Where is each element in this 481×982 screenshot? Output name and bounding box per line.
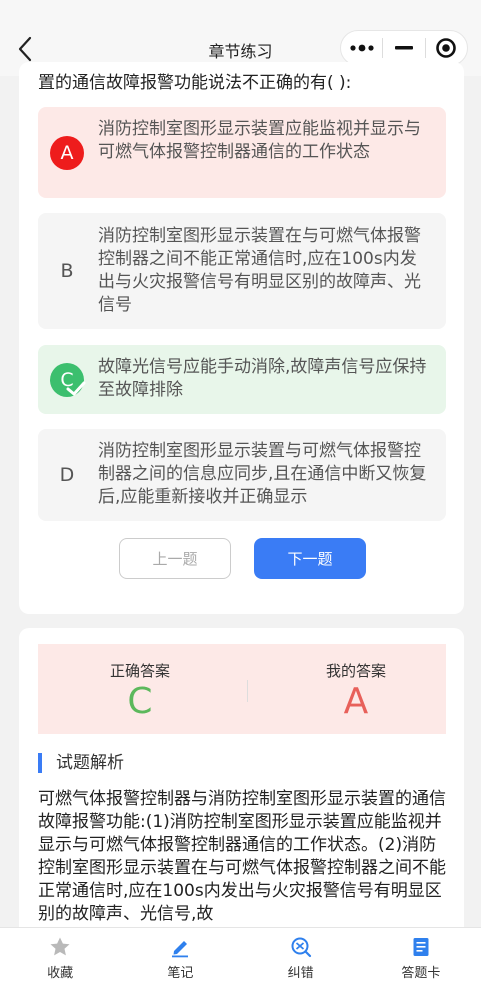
next-question-button[interactable]: 下一题 [254, 538, 366, 579]
my-answer-block: 我的答案 A [254, 644, 458, 723]
more-button[interactable] [341, 30, 382, 66]
minimize-icon [395, 46, 413, 50]
option-d-text: 消防控制室图形显示装置与可燃气体报警控制器之间的信息应同步,且在通信中断又恢复后… [98, 441, 427, 507]
option-d[interactable]: D 消防控制室图形显示装置与可燃气体报警控制器之间的信息应同步,且在通信中断又恢… [38, 429, 446, 521]
correct-answer-value: C [127, 681, 153, 722]
star-icon [49, 936, 71, 958]
tab-answer-card-label: 答题卡 [401, 966, 441, 981]
analysis-section-title: 试题解析 [38, 753, 124, 773]
option-a-text: 消防控制室图形显示装置应能监视并显示与可燃气体报警控制器通信的工作状态 [98, 119, 421, 162]
close-button[interactable] [426, 30, 467, 66]
tab-favorite-label: 收藏 [47, 966, 74, 981]
option-b[interactable]: B 消防控制室图形显示装置在与可燃气体报警控制器之间不能正常通信时,应在100s… [38, 213, 446, 329]
question-stem: 置的通信故障报警功能说法不正确的有( ): [38, 73, 352, 93]
option-c[interactable]: C 故障光信号应能手动消除,故障声信号应保持至故障排除 [38, 345, 446, 414]
bottom-tab-bar: 收藏 笔记 纠错 答题卡 [0, 927, 481, 982]
correct-answer-block: 正确答案 C [38, 644, 242, 723]
option-a-marker: A [50, 136, 84, 170]
correct-answer-label: 正确答案 [109, 662, 170, 680]
more-icon [350, 44, 374, 52]
option-a[interactable]: A 消防控制室图形显示装置应能监视并显示与可燃气体报警控制器通信的工作状态 [38, 107, 446, 198]
minimize-button[interactable] [383, 30, 424, 66]
answer-card-icon [410, 936, 432, 958]
option-c-marker: C [50, 363, 86, 397]
close-target-icon [436, 38, 457, 58]
tab-correction[interactable]: 纠错 [241, 928, 361, 982]
my-answer-value: A [343, 681, 369, 722]
tab-favorite[interactable]: 收藏 [0, 928, 120, 982]
answer-summary: 正确答案 C 我的答案 A [38, 644, 446, 734]
question-card: 置的通信故障报警功能说法不正确的有( ): A 消防控制室图形显示装置应能监视并… [19, 62, 464, 614]
tab-correction-label: 纠错 [287, 966, 314, 981]
mini-program-capsule [340, 30, 468, 66]
tab-notes-label: 笔记 [167, 966, 194, 981]
correction-icon [290, 936, 312, 958]
option-c-text: 故障光信号应能手动消除,故障声信号应保持至故障排除 [98, 357, 427, 400]
option-d-marker: D [59, 464, 75, 486]
tab-answer-card[interactable]: 答题卡 [361, 928, 481, 982]
option-b-marker: B [60, 260, 74, 282]
my-answer-label: 我的答案 [325, 662, 386, 680]
check-icon [66, 381, 86, 396]
pencil-icon [169, 936, 191, 958]
analysis-text: 可燃气体报警控制器与消防控制室图形显示装置的通信故障报警功能:(1)消防控制室图… [38, 789, 446, 924]
prev-question-button[interactable]: 上一题 [119, 538, 231, 579]
answer-divider [247, 680, 248, 702]
option-b-text: 消防控制室图形显示装置在与可燃气体报警控制器之间不能正常通信时,应在100s内发… [98, 226, 421, 315]
answer-card: 正确答案 C 我的答案 A 试题解析 可燃气体报警控制器与消防控制室图形显示装置… [19, 628, 464, 948]
tab-notes[interactable]: 笔记 [120, 928, 240, 982]
